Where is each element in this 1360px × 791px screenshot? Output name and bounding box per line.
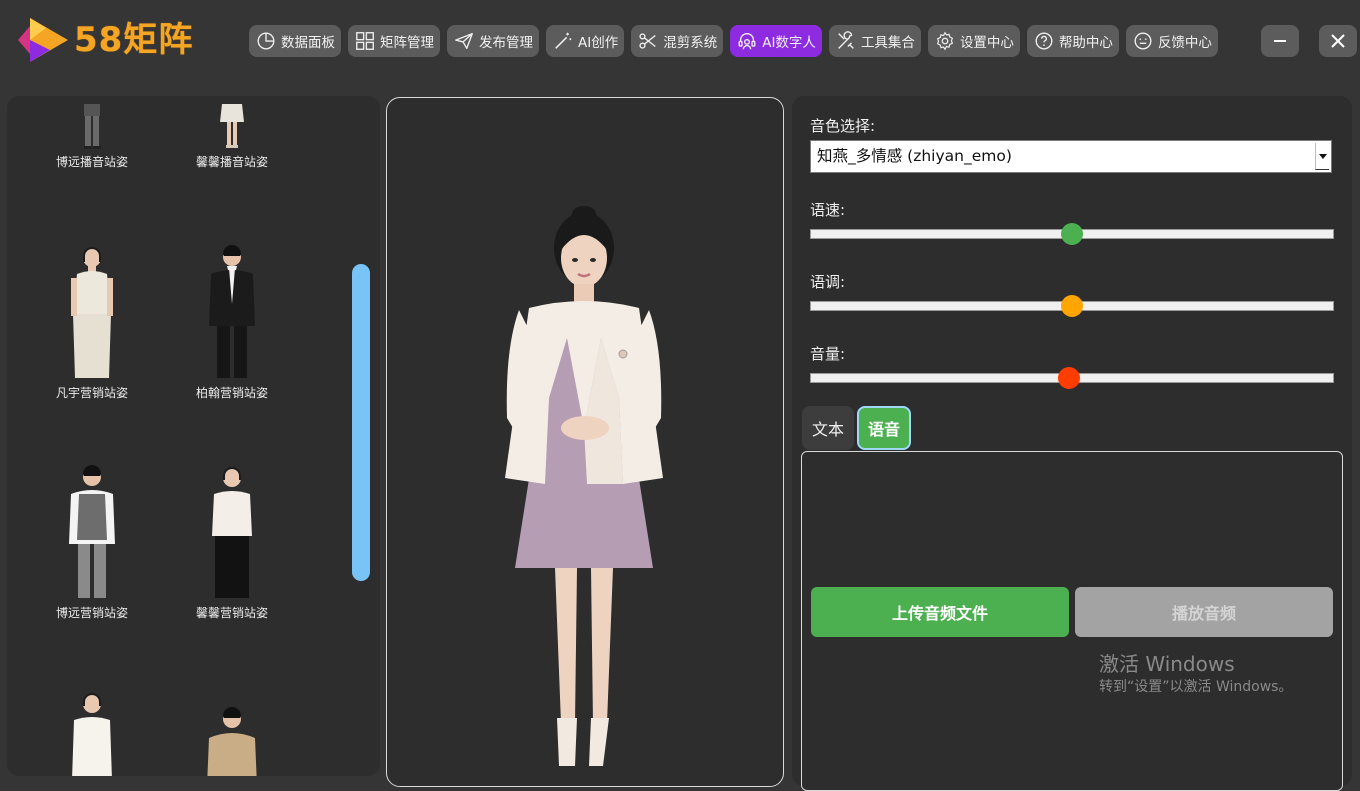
voice-select[interactable]: 知燕_多情感 (zhiyan_emo) [810,140,1332,173]
avatar-thumbnail [71,247,113,378]
minimize-button[interactable] [1261,25,1299,57]
nav-ai-digital-human[interactable]: AI数字人 [730,25,822,57]
volume-label: 音量: [810,345,846,363]
close-icon [1331,34,1345,48]
grid-icon [356,32,374,50]
avatar-item[interactable]: 博远营销站姿 [37,464,147,621]
nav-settings-center[interactable]: 设置中心 [927,25,1020,57]
voice-settings-panel: 音色选择: 知燕_多情感 (zhiyan_emo) 语速: 语调: 音量: 文本… [792,96,1352,791]
digital-human-preview-figure [505,206,663,766]
speed-label: 语速: [810,201,846,219]
pitch-label: 语调: [810,273,846,291]
nav-label: 设置中心 [959,35,1014,51]
nav-data-panel[interactable]: 数据面板 [249,25,341,57]
upload-audio-button[interactable]: 上传音频文件 [811,587,1069,637]
logo-text: 58矩阵 [74,20,194,60]
volume-slider[interactable] [810,367,1334,389]
smiley-icon [1134,32,1152,50]
app-logo: 58矩阵 [16,14,193,66]
nav-label: 反馈中心 [1157,35,1212,51]
nav-label: 帮助中心 [1058,35,1113,51]
avatar-thumbnail [220,104,244,148]
avatar-label: 博远营销站姿 [55,606,128,620]
play-audio-button[interactable]: 播放音频 [1075,587,1333,637]
speed-slider-thumb[interactable] [1061,223,1083,245]
send-icon [455,32,473,50]
avatar-label: 博远播音站姿 [55,155,128,169]
avatar-list: 博远播音站姿 馨馨播音站姿 凡宇营销站姿 柏翰营销站姿 博远营销站姿 馨馨营销站… [7,96,380,776]
tools-icon [838,31,854,49]
avatar-thumbnail [72,693,112,776]
help-icon [1035,32,1053,50]
nav-label: 工具集合 [860,35,915,51]
voice-select-value: 知燕_多情感 (zhiyan_emo) [817,147,1012,165]
avatar-label: 柏翰营销站姿 [195,386,268,400]
avatar-preview [386,97,784,787]
avatar-thumbnail [69,465,115,598]
avatar-label: 馨馨营销站姿 [195,606,268,620]
activation-watermark-subtitle: 转到“设置”以激活 Windows。 [1099,679,1293,695]
nav-label: 混剪系统 [663,35,718,51]
tab-voice[interactable]: 语音 [857,406,911,450]
speed-slider[interactable] [810,223,1334,245]
pie-chart-icon [257,32,275,50]
headset-avatar-icon [738,32,756,50]
scissors-icon [639,33,656,49]
avatar-thumbnail [84,104,101,149]
avatar-thumbnail [212,467,252,598]
avatar-item[interactable] [177,706,287,776]
avatar-item[interactable] [37,690,147,776]
voice-select-label: 音色选择: [810,117,876,135]
nav-label: AI数字人 [762,35,816,51]
nav-label: 矩阵管理 [380,35,434,51]
logo-mark-icon [18,18,68,62]
nav-tools-collection[interactable]: 工具集合 [828,25,921,57]
nav-mix-cut-system[interactable]: 混剪系统 [631,25,724,57]
avatar-item[interactable]: 馨馨营销站姿 [177,464,287,621]
activation-watermark-title: 激活 Windows [1099,652,1235,676]
gear-icon [936,31,954,51]
nav-publish-management[interactable]: 发布管理 [447,25,539,57]
avatar-list-scrollbar[interactable] [352,264,370,581]
avatar-item[interactable]: 凡宇营销站姿 [37,244,147,401]
pitch-slider-thumb[interactable] [1061,295,1083,317]
pitch-slider[interactable] [810,295,1334,317]
main-nav: 数据面板 矩阵管理 发布管理 AI创作 混剪系统 AI数字人 工具集合 设置中心… [249,25,1218,57]
nav-label: AI创作 [578,35,619,51]
minimize-icon [1274,40,1286,42]
nav-feedback-center[interactable]: 反馈中心 [1125,25,1218,57]
avatar-thumbnail [207,707,257,776]
avatar-item[interactable]: 博远播音站姿 [37,104,147,170]
close-button[interactable] [1319,25,1357,57]
avatar-label: 凡宇营销站姿 [55,386,128,400]
nav-help-center[interactable]: 帮助中心 [1026,25,1119,57]
nav-label: 数据面板 [281,35,335,51]
tab-text[interactable]: 文本 [802,406,854,450]
nav-label: 发布管理 [479,35,533,51]
nav-matrix-management[interactable]: 矩阵管理 [348,25,440,57]
magic-wand-icon [555,32,572,49]
avatar-item[interactable]: 柏翰营销站姿 [177,244,287,401]
volume-slider-thumb[interactable] [1058,367,1081,389]
avatar-thumbnail [209,245,255,378]
avatar-label: 馨馨播音站姿 [195,155,268,169]
chevron-down-icon [1315,143,1329,170]
avatar-item[interactable]: 馨馨播音站姿 [177,104,287,170]
nav-ai-creation[interactable]: AI创作 [546,25,625,57]
